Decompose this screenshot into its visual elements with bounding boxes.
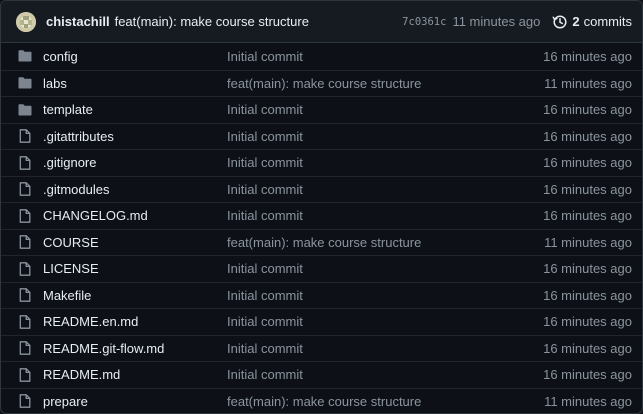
- commit-sha-link[interactable]: 7c0361c: [402, 16, 446, 28]
- file-row[interactable]: CHANGELOG.mdInitial commit16 minutes ago: [1, 202, 642, 229]
- file-commit-message-link[interactable]: feat(main): make course structure: [227, 394, 544, 409]
- file-icon: [17, 367, 33, 383]
- file-name-link[interactable]: prepare: [43, 394, 227, 409]
- file-commit-age: 11 minutes ago: [544, 394, 632, 409]
- file-name-link[interactable]: labs: [43, 76, 227, 91]
- file-row[interactable]: .gitattributesInitial commit16 minutes a…: [1, 123, 642, 150]
- folder-icon: [17, 75, 33, 91]
- file-row[interactable]: README.mdInitial commit16 minutes ago: [1, 361, 642, 388]
- file-row[interactable]: configInitial commit16 minutes ago: [1, 43, 642, 70]
- file-icon: [17, 314, 33, 330]
- file-icon: [17, 128, 33, 144]
- file-commit-age: 11 minutes ago: [544, 235, 632, 250]
- file-icon: [17, 287, 33, 303]
- commit-count-label: commits: [584, 14, 632, 29]
- file-commit-age: 16 minutes ago: [543, 288, 632, 303]
- avatar[interactable]: [16, 12, 36, 32]
- file-commit-age: 16 minutes ago: [543, 182, 632, 197]
- file-commit-message-link[interactable]: Initial commit: [227, 208, 543, 223]
- file-row[interactable]: README.git-flow.mdInitial commit16 minut…: [1, 335, 642, 362]
- file-row[interactable]: templateInitial commit16 minutes ago: [1, 96, 642, 123]
- file-icon: [17, 261, 33, 277]
- file-commit-age: 16 minutes ago: [543, 208, 632, 223]
- file-name-link[interactable]: README.md: [43, 367, 227, 382]
- file-commit-message-link[interactable]: Initial commit: [227, 261, 543, 276]
- folder-icon: [17, 48, 33, 64]
- file-commit-message-link[interactable]: feat(main): make course structure: [227, 235, 544, 250]
- file-commit-age: 16 minutes ago: [543, 261, 632, 276]
- latest-commit-bar: chistachill feat(main): make course stru…: [1, 1, 642, 43]
- file-name-link[interactable]: .gitmodules: [43, 182, 227, 197]
- file-commit-age: 16 minutes ago: [543, 367, 632, 382]
- file-row[interactable]: COURSEfeat(main): make course structure1…: [1, 229, 642, 256]
- history-icon: [552, 14, 568, 30]
- file-commit-age: 16 minutes ago: [543, 102, 632, 117]
- file-browser: chistachill feat(main): make course stru…: [0, 0, 643, 414]
- file-commit-age: 16 minutes ago: [543, 49, 632, 64]
- file-commit-message-link[interactable]: Initial commit: [227, 341, 543, 356]
- file-icon: [17, 208, 33, 224]
- file-icon: [17, 234, 33, 250]
- file-icon: [17, 155, 33, 171]
- file-commit-message-link[interactable]: Initial commit: [227, 182, 543, 197]
- file-commit-age: 16 minutes ago: [543, 129, 632, 144]
- file-row[interactable]: README.en.mdInitial commit16 minutes ago: [1, 308, 642, 335]
- commit-count: 2: [572, 14, 579, 29]
- commit-message-link[interactable]: feat(main): make course structure: [115, 14, 309, 29]
- file-icon: [17, 181, 33, 197]
- file-name-link[interactable]: COURSE: [43, 235, 227, 250]
- file-commit-message-link[interactable]: Initial commit: [227, 129, 543, 144]
- file-commit-message-link[interactable]: feat(main): make course structure: [227, 76, 544, 91]
- file-commit-age: 11 minutes ago: [544, 76, 632, 91]
- file-row[interactable]: LICENSEInitial commit16 minutes ago: [1, 255, 642, 282]
- file-icon: [17, 393, 33, 409]
- file-name-link[interactable]: LICENSE: [43, 261, 227, 276]
- file-commit-message-link[interactable]: Initial commit: [227, 155, 543, 170]
- file-name-link[interactable]: .gitattributes: [43, 129, 227, 144]
- file-name-link[interactable]: config: [43, 49, 227, 64]
- file-name-link[interactable]: README.git-flow.md: [43, 341, 227, 356]
- file-row[interactable]: preparefeat(main): make course structure…: [1, 388, 642, 414]
- file-commit-message-link[interactable]: Initial commit: [227, 49, 543, 64]
- file-commit-age: 16 minutes ago: [543, 155, 632, 170]
- folder-icon: [17, 102, 33, 118]
- file-commit-message-link[interactable]: Initial commit: [227, 102, 543, 117]
- file-name-link[interactable]: CHANGELOG.md: [43, 208, 227, 223]
- commit-history-link[interactable]: 2 commits: [552, 14, 632, 30]
- file-icon: [17, 340, 33, 356]
- file-commit-message-link[interactable]: Initial commit: [227, 314, 543, 329]
- commit-time: 11 minutes ago: [452, 14, 540, 29]
- file-name-link[interactable]: Makefile: [43, 288, 227, 303]
- file-list: configInitial commit16 minutes agolabsfe…: [1, 43, 642, 414]
- file-commit-message-link[interactable]: Initial commit: [227, 367, 543, 382]
- file-commit-message-link[interactable]: Initial commit: [227, 288, 543, 303]
- file-name-link[interactable]: .gitignore: [43, 155, 227, 170]
- file-commit-age: 16 minutes ago: [543, 341, 632, 356]
- file-row[interactable]: .gitignoreInitial commit16 minutes ago: [1, 149, 642, 176]
- file-row[interactable]: MakefileInitial commit16 minutes ago: [1, 282, 642, 309]
- file-name-link[interactable]: template: [43, 102, 227, 117]
- file-name-link[interactable]: README.en.md: [43, 314, 227, 329]
- file-row[interactable]: labsfeat(main): make course structure11 …: [1, 70, 642, 97]
- file-commit-age: 16 minutes ago: [543, 314, 632, 329]
- file-row[interactable]: .gitmodulesInitial commit16 minutes ago: [1, 176, 642, 203]
- commit-author-link[interactable]: chistachill: [46, 14, 110, 29]
